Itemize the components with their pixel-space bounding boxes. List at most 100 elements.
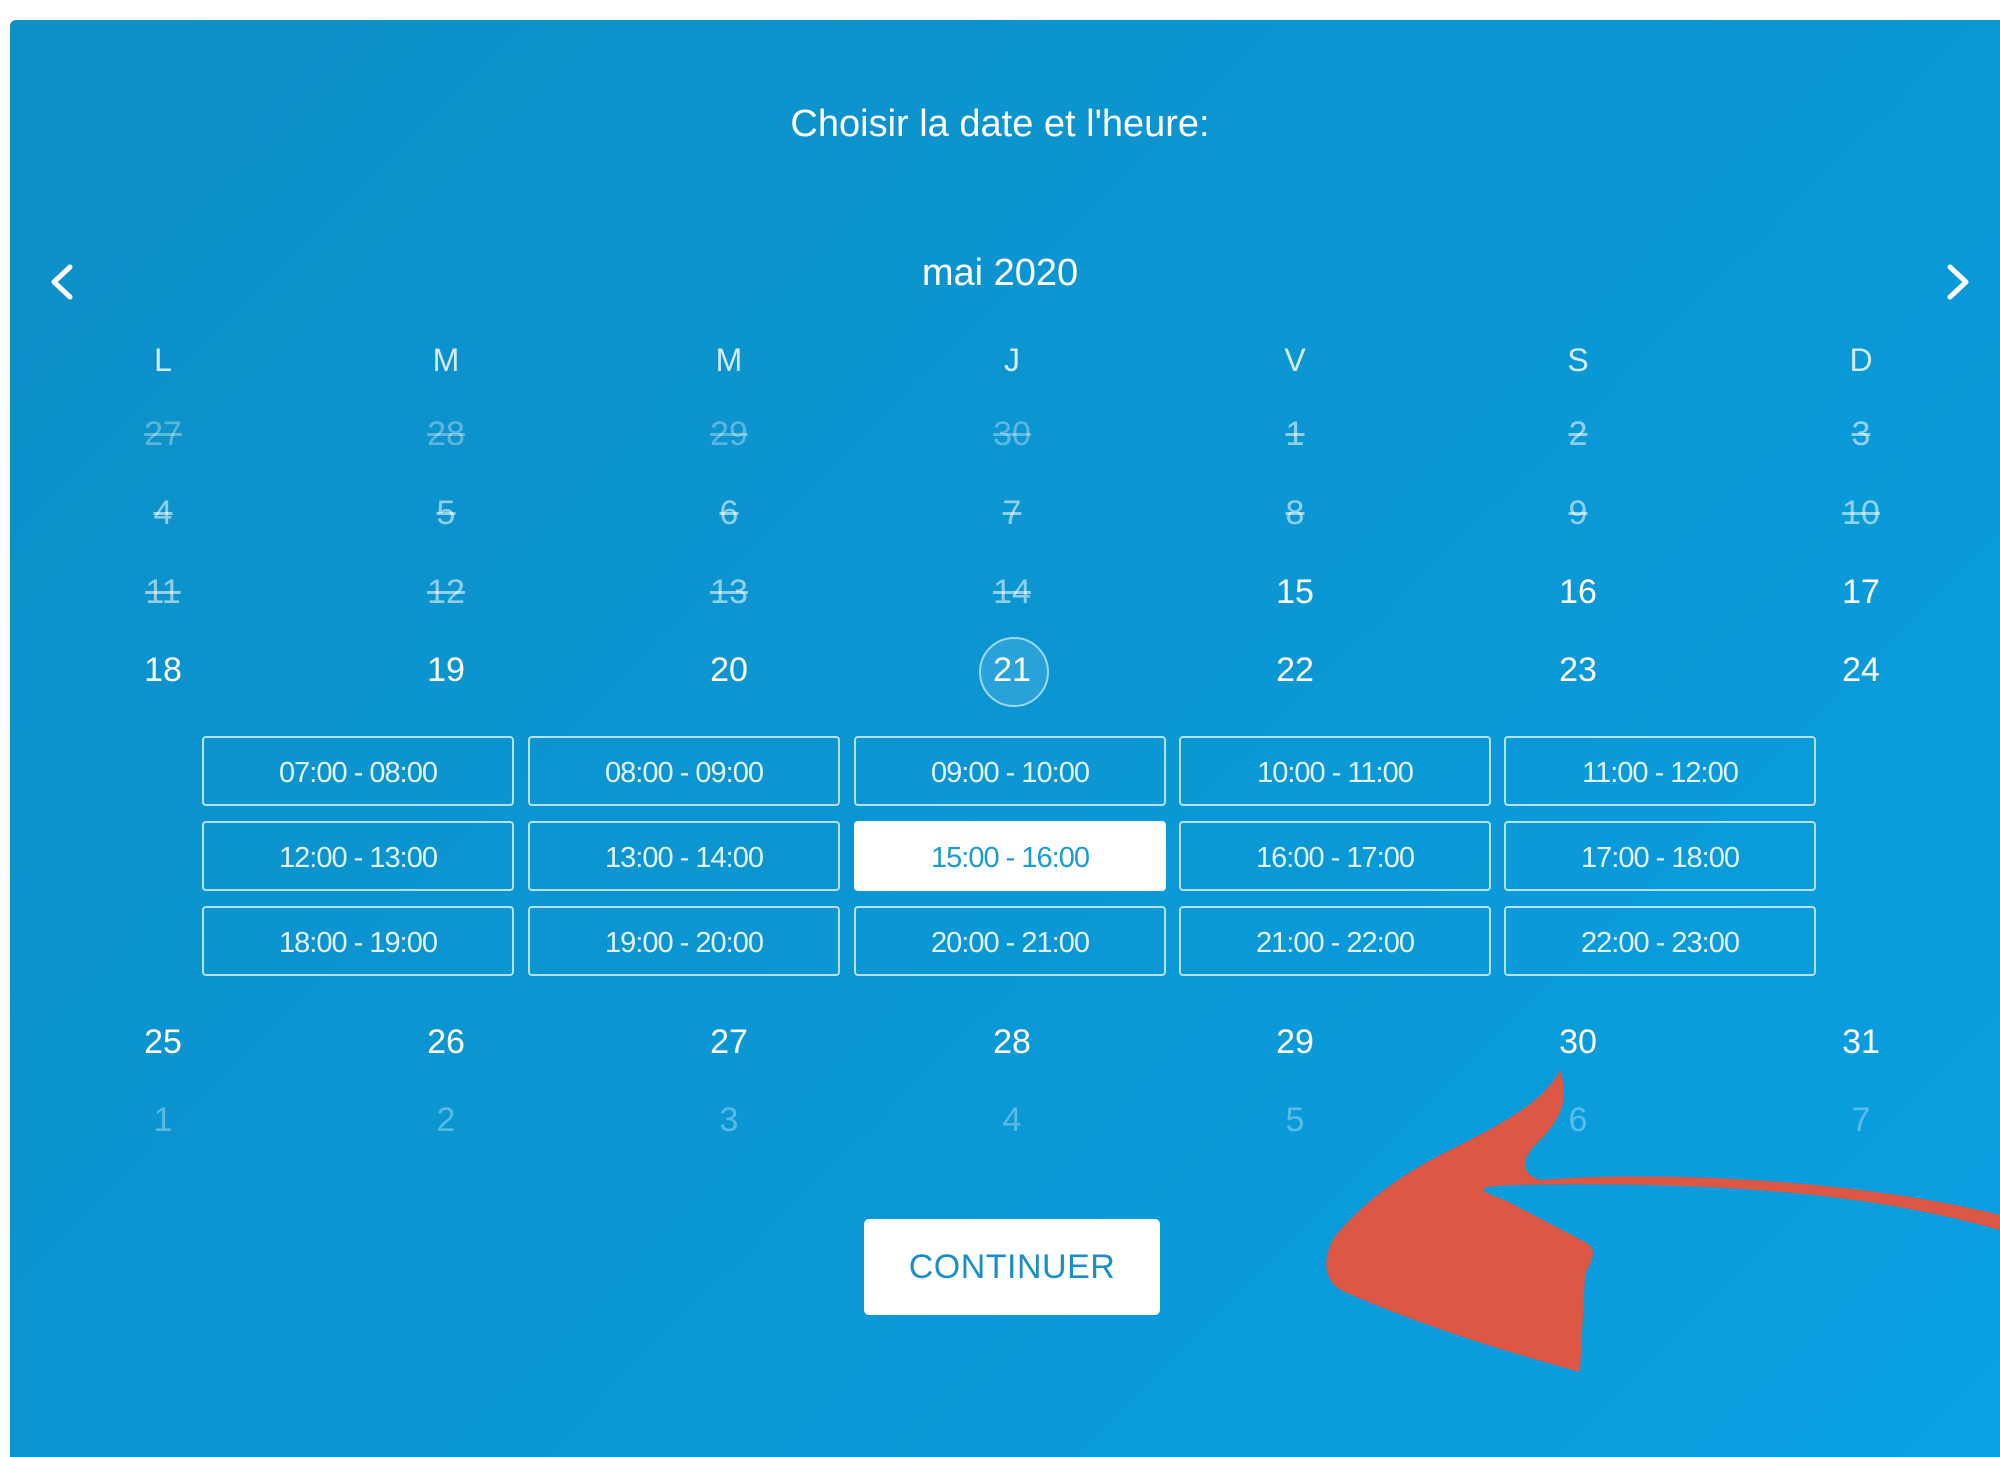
calendar-day-number: 28 xyxy=(427,415,465,453)
calendar-day[interactable]: 19 xyxy=(396,651,496,690)
time-slot[interactable]: 09:00 - 10:00 xyxy=(854,736,1166,806)
calendar-day[interactable]: 30 xyxy=(1528,1023,1628,1062)
calendar-day: 12 xyxy=(396,573,496,612)
calendar-day-number: 3 xyxy=(719,1101,739,1139)
calendar-day: 9 xyxy=(1528,494,1628,533)
calendar-day-selected[interactable]: 21 xyxy=(962,636,1062,707)
calendar-day-number: 29 xyxy=(710,415,748,453)
calendar-day: 6 xyxy=(1528,1101,1628,1140)
time-slot[interactable]: 08:00 - 09:00 xyxy=(528,736,840,806)
calendar-day[interactable]: 23 xyxy=(1528,651,1628,690)
calendar-day[interactable]: 25 xyxy=(113,1023,213,1062)
calendar-day-number: 4 xyxy=(153,494,173,532)
calendar-day: 5 xyxy=(396,494,496,533)
time-slot[interactable]: 13:00 - 14:00 xyxy=(528,821,840,891)
calendar-day-number: 6 xyxy=(719,494,739,532)
calendar-day-number: 22 xyxy=(1276,651,1314,689)
calendar-day-number: 1 xyxy=(153,1101,173,1139)
calendar-day-number: 4 xyxy=(1002,1101,1022,1139)
calendar-day-number: 25 xyxy=(144,1023,182,1061)
calendar-day: 10 xyxy=(1811,494,1911,533)
calendar-day-number: 31 xyxy=(1842,1023,1880,1061)
time-slot-selected[interactable]: 15:00 - 16:00 xyxy=(854,821,1166,891)
next-month-button[interactable] xyxy=(1938,257,1978,307)
calendar-day-number: 11 xyxy=(145,573,181,611)
calendar-day: 11 xyxy=(113,573,213,612)
calendar-day-number: 27 xyxy=(144,415,182,453)
calendar-day: 28 xyxy=(396,415,496,454)
weekday-label: D xyxy=(1849,342,1873,378)
time-slot[interactable]: 16:00 - 17:00 xyxy=(1179,821,1491,891)
calendar-day-number: 30 xyxy=(1559,1023,1597,1061)
calendar-day: 1 xyxy=(1245,415,1345,454)
calendar-day: 7 xyxy=(962,494,1062,533)
calendar-day-number: 24 xyxy=(1842,651,1880,689)
weekday-label: M xyxy=(432,342,460,378)
calendar-day-number: 27 xyxy=(710,1023,748,1061)
calendar-day-number: 13 xyxy=(710,573,748,611)
time-slot[interactable]: 07:00 - 08:00 xyxy=(202,736,514,806)
calendar-day-number: 16 xyxy=(1559,573,1597,611)
calendar-day-number: 26 xyxy=(427,1023,465,1061)
calendar-day[interactable]: 31 xyxy=(1811,1023,1911,1062)
calendar-day[interactable]: 24 xyxy=(1811,651,1911,690)
calendar-day-number: 5 xyxy=(1285,1101,1305,1139)
calendar-day: 2 xyxy=(396,1101,496,1140)
calendar-day[interactable]: 15 xyxy=(1245,573,1345,612)
calendar-day-number: 5 xyxy=(436,494,456,532)
calendar-day: 4 xyxy=(113,494,213,533)
calendar-day-number: 2 xyxy=(436,1101,456,1139)
time-slot[interactable]: 20:00 - 21:00 xyxy=(854,906,1166,976)
calendar-day-number: 2 xyxy=(1568,415,1588,453)
calendar-day[interactable]: 27 xyxy=(679,1023,779,1062)
calendar-day[interactable]: 26 xyxy=(396,1023,496,1062)
calendar-day-number: 3 xyxy=(1851,415,1871,453)
calendar-day-number: 18 xyxy=(144,651,182,689)
page-title: Choisir la date et l'heure: xyxy=(790,103,1210,145)
calendar-day: 1 xyxy=(113,1101,213,1140)
calendar-day: 2 xyxy=(1528,415,1628,454)
calendar-day-number: 23 xyxy=(1559,651,1597,689)
calendar-day-number: 6 xyxy=(1568,1101,1588,1139)
calendar-day[interactable]: 22 xyxy=(1245,651,1345,690)
time-slot[interactable]: 18:00 - 19:00 xyxy=(202,906,514,976)
time-slot[interactable]: 22:00 - 23:00 xyxy=(1504,906,1816,976)
continue-button[interactable]: CONTINUER xyxy=(864,1219,1160,1315)
weekday-label: M xyxy=(715,342,743,378)
time-slot[interactable]: 10:00 - 11:00 xyxy=(1179,736,1491,806)
calendar-day: 29 xyxy=(679,415,779,454)
weekday-label: L xyxy=(154,342,172,378)
calendar-day: 27 xyxy=(113,415,213,454)
calendar-day[interactable]: 18 xyxy=(113,651,213,690)
weekday-label: J xyxy=(1004,342,1020,378)
calendar-day-number: 8 xyxy=(1285,494,1305,532)
calendar-day: 14 xyxy=(962,573,1062,612)
calendar-day-number: 21 xyxy=(993,651,1031,689)
calendar-day[interactable]: 20 xyxy=(679,651,779,690)
calendar-day[interactable]: 16 xyxy=(1528,573,1628,612)
time-slot[interactable]: 19:00 - 20:00 xyxy=(528,906,840,976)
calendar-day[interactable]: 29 xyxy=(1245,1023,1345,1062)
calendar-day-number: 14 xyxy=(993,573,1031,611)
calendar-day[interactable]: 17 xyxy=(1811,573,1911,612)
time-slot[interactable]: 21:00 - 22:00 xyxy=(1179,906,1491,976)
calendar-day[interactable]: 28 xyxy=(962,1023,1062,1062)
calendar-day: 30 xyxy=(962,415,1062,454)
calendar-day-number: 1 xyxy=(1285,415,1305,453)
calendar-day: 4 xyxy=(962,1101,1062,1140)
chevron-right-icon xyxy=(1947,264,1969,300)
calendar-day-number: 19 xyxy=(427,651,465,689)
calendar-day-number: 28 xyxy=(993,1023,1031,1061)
time-slot[interactable]: 11:00 - 12:00 xyxy=(1504,736,1816,806)
time-slot[interactable]: 12:00 - 13:00 xyxy=(202,821,514,891)
time-slot[interactable]: 17:00 - 18:00 xyxy=(1504,821,1816,891)
calendar-day-number: 20 xyxy=(710,651,748,689)
month-label: mai 2020 xyxy=(921,252,1079,294)
calendar-day: 8 xyxy=(1245,494,1345,533)
calendar-day: 5 xyxy=(1245,1101,1345,1140)
calendar-day-number: 30 xyxy=(993,415,1031,453)
calendar-day-number: 7 xyxy=(1851,1101,1871,1139)
calendar-day-number: 29 xyxy=(1276,1023,1314,1061)
calendar-day-number: 10 xyxy=(1842,494,1880,532)
calendar-day: 3 xyxy=(679,1101,779,1140)
